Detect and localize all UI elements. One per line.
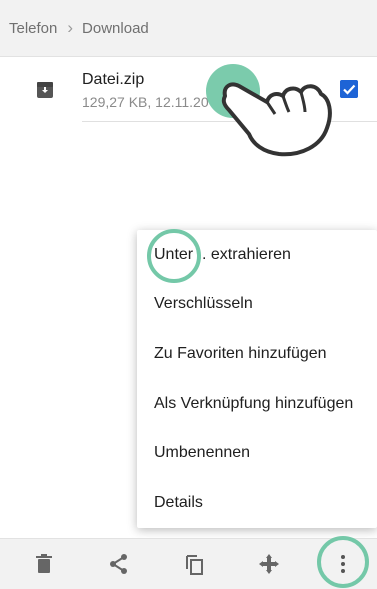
file-meta: 129,27 KB, 12.11.20 [82, 94, 209, 110]
chevron-right-icon: › [67, 18, 74, 37]
file-checkbox[interactable] [340, 80, 358, 98]
menu-item-add-favorite[interactable]: Zu Favoriten hinzufügen [137, 329, 377, 379]
breadcrumb: Telefon › Download [0, 0, 377, 57]
delete-icon[interactable] [33, 553, 55, 575]
menu-item-add-shortcut[interactable]: Als Verknüpfung hinzufügen [137, 379, 377, 429]
highlight-circle-more [317, 536, 369, 588]
archive-icon [37, 82, 53, 98]
copy-icon[interactable] [183, 553, 205, 575]
file-name: Datei.zip [82, 71, 145, 88]
share-icon[interactable] [108, 553, 130, 575]
menu-item-details[interactable]: Details [137, 478, 377, 528]
breadcrumb-current[interactable]: Download [82, 20, 149, 37]
highlight-circle [147, 229, 201, 283]
move-icon[interactable] [258, 553, 280, 575]
menu-item-encrypt[interactable]: Verschlüsseln [137, 280, 377, 330]
hand-pointer-icon [221, 82, 332, 157]
menu-item-rename[interactable]: Umbenennen [137, 428, 377, 478]
breadcrumb-root[interactable]: Telefon [9, 20, 57, 37]
